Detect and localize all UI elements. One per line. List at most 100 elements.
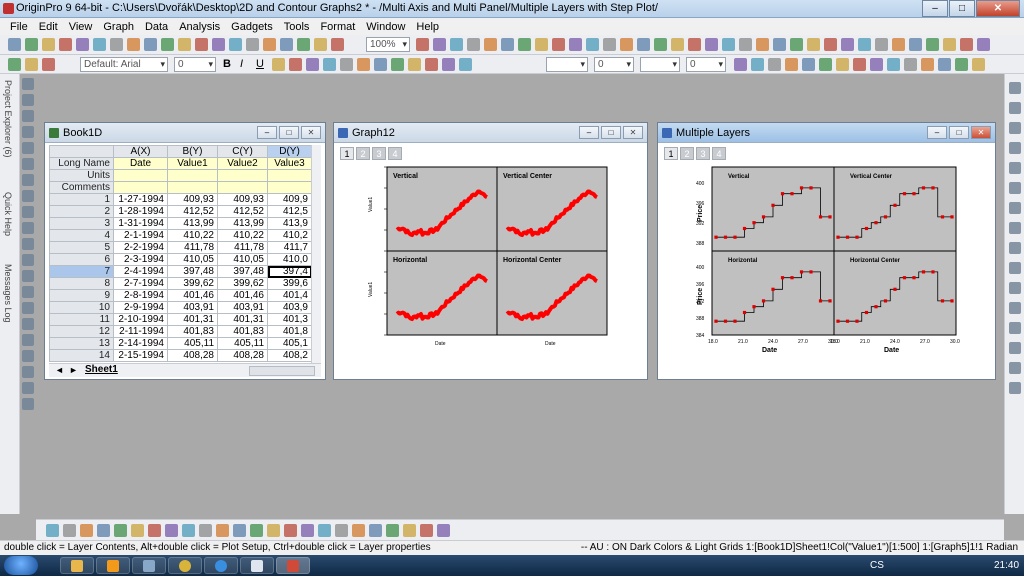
toolbar-icon[interactable] bbox=[301, 524, 314, 537]
toolbar-icon[interactable] bbox=[416, 38, 429, 51]
horizontal-scrollbar[interactable] bbox=[249, 366, 315, 376]
table-cell[interactable]: 2-15-1994 bbox=[113, 349, 168, 362]
toolbar-icon[interactable] bbox=[853, 58, 866, 71]
toolbar-icon[interactable] bbox=[909, 38, 922, 51]
font-size-combo[interactable]: 0 bbox=[174, 57, 216, 72]
units-cell[interactable] bbox=[217, 169, 268, 182]
units-cell[interactable] bbox=[267, 169, 311, 182]
table-cell[interactable]: 401,46 bbox=[217, 289, 268, 302]
table-cell[interactable]: 2-4-1994 bbox=[113, 265, 168, 278]
graph12-close-button[interactable]: ✕ bbox=[623, 126, 643, 139]
toolbar-icon[interactable] bbox=[46, 524, 59, 537]
tool-icon[interactable] bbox=[1009, 322, 1021, 334]
toolbar-icon[interactable] bbox=[178, 38, 191, 51]
column-header[interactable]: D(Y) bbox=[267, 145, 311, 158]
toolbar-icon[interactable] bbox=[858, 38, 871, 51]
table-cell[interactable]: 403,9 bbox=[267, 301, 311, 314]
tool-icon[interactable] bbox=[22, 366, 34, 378]
table-cell[interactable]: 410,2 bbox=[267, 229, 311, 242]
toolbar-icon[interactable] bbox=[773, 38, 786, 51]
minimize-button[interactable]: – bbox=[922, 0, 948, 17]
toolbar-icon[interactable] bbox=[161, 38, 174, 51]
multi-page-tab[interactable]: 1 bbox=[664, 147, 678, 160]
table-cell[interactable]: 405,1 bbox=[267, 337, 311, 350]
toolbar-icon[interactable] bbox=[442, 58, 455, 71]
toolbar-icon[interactable] bbox=[467, 38, 480, 51]
toolbar-icon[interactable] bbox=[620, 38, 633, 51]
toolbar-icon[interactable] bbox=[425, 58, 438, 71]
font-combo[interactable]: Default: Arial bbox=[80, 57, 168, 72]
toolbar-icon[interactable] bbox=[972, 58, 985, 71]
row-header[interactable]: 13 bbox=[49, 337, 114, 350]
table-cell[interactable]: 405,11 bbox=[167, 337, 218, 350]
tool-icon[interactable] bbox=[1009, 282, 1021, 294]
row-header[interactable]: 8 bbox=[49, 277, 114, 290]
column-header[interactable]: C(Y) bbox=[217, 145, 268, 158]
media-task[interactable] bbox=[96, 557, 130, 574]
column-header[interactable]: B(Y) bbox=[167, 145, 218, 158]
app-task[interactable] bbox=[132, 557, 166, 574]
table-row[interactable]: 4 2-1-1994 410,22 410,22 410,2 bbox=[49, 229, 311, 242]
menu-analysis[interactable]: Analysis bbox=[179, 21, 220, 33]
book1d-window[interactable]: Book1D – □ ✕ A(X) B(Y) C(Y) D(Y) Long Na… bbox=[44, 122, 326, 380]
menu-format[interactable]: Format bbox=[320, 21, 355, 33]
toolbar-icon[interactable] bbox=[943, 38, 956, 51]
tool-icon[interactable] bbox=[1009, 302, 1021, 314]
line-width-combo[interactable]: 0 bbox=[594, 57, 634, 72]
tool-icon[interactable] bbox=[1009, 142, 1021, 154]
line-style-combo[interactable] bbox=[546, 57, 588, 72]
table-cell[interactable]: 412,52 bbox=[217, 205, 268, 218]
toolbar-icon[interactable] bbox=[331, 38, 344, 51]
fill-width-combo[interactable]: 0 bbox=[686, 57, 726, 72]
table-cell[interactable]: 408,28 bbox=[167, 349, 218, 362]
row-header[interactable]: 3 bbox=[49, 217, 114, 230]
menu-tools[interactable]: Tools bbox=[284, 21, 310, 33]
tool-icon[interactable] bbox=[22, 94, 34, 106]
menu-graph[interactable]: Graph bbox=[103, 21, 134, 33]
table-cell[interactable]: 413,99 bbox=[167, 217, 218, 230]
table-row[interactable]: 2 1-28-1994 412,52 412,52 412,5 bbox=[49, 205, 311, 218]
row-header[interactable]: 14 bbox=[49, 349, 114, 362]
table-cell[interactable]: 408,2 bbox=[267, 349, 311, 362]
graph12-window[interactable]: Graph12 – □ ✕ 1 2 3 4 Vertical Vertical C… bbox=[333, 122, 648, 380]
table-cell[interactable]: 409,9 bbox=[267, 193, 311, 206]
toolbar-icon[interactable] bbox=[335, 524, 348, 537]
toolbar-icon[interactable] bbox=[297, 38, 310, 51]
toolbar-icon[interactable] bbox=[323, 58, 336, 71]
toolbar-icon[interactable] bbox=[807, 38, 820, 51]
toolbar-icon[interactable] bbox=[352, 524, 365, 537]
table-cell[interactable]: 410,22 bbox=[217, 229, 268, 242]
toolbar-icon[interactable] bbox=[887, 58, 900, 71]
graph12-page-tab[interactable]: 3 bbox=[372, 147, 386, 160]
table-cell[interactable]: 401,8 bbox=[267, 325, 311, 338]
table-cell[interactable]: 410,05 bbox=[167, 253, 218, 266]
multi-page-tab[interactable]: 4 bbox=[712, 147, 726, 160]
tool-icon[interactable] bbox=[22, 174, 34, 186]
tool-icon[interactable] bbox=[1009, 382, 1021, 394]
tool-icon[interactable] bbox=[1009, 342, 1021, 354]
row-header[interactable]: 9 bbox=[49, 289, 114, 302]
graph12-minimize-button[interactable]: – bbox=[579, 126, 599, 139]
chrome-task[interactable] bbox=[168, 557, 202, 574]
menu-data[interactable]: Data bbox=[145, 21, 168, 33]
origin-task[interactable] bbox=[276, 557, 310, 574]
row-header[interactable]: 6 bbox=[49, 253, 114, 266]
table-cell[interactable]: 405,11 bbox=[217, 337, 268, 350]
zoom-combo[interactable]: 100% bbox=[366, 37, 410, 52]
menu-view[interactable]: View bbox=[69, 21, 93, 33]
tool-icon[interactable] bbox=[1009, 122, 1021, 134]
table-cell[interactable]: 401,83 bbox=[167, 325, 218, 338]
tool-icon[interactable] bbox=[22, 270, 34, 282]
toolbar-icon[interactable] bbox=[433, 38, 446, 51]
toolbar-icon[interactable] bbox=[926, 38, 939, 51]
tool-icon[interactable] bbox=[1009, 242, 1021, 254]
graph12-maximize-button[interactable]: □ bbox=[601, 126, 621, 139]
toolbar-icon[interactable] bbox=[246, 38, 259, 51]
tool-icon[interactable] bbox=[1009, 102, 1021, 114]
toolbar-icon[interactable] bbox=[836, 58, 849, 71]
toolbar-icon[interactable] bbox=[182, 524, 195, 537]
toolbar-icon[interactable] bbox=[408, 58, 421, 71]
toolbar-icon[interactable] bbox=[756, 38, 769, 51]
tool-icon[interactable] bbox=[1009, 82, 1021, 94]
toolbar-icon[interactable] bbox=[42, 38, 55, 51]
